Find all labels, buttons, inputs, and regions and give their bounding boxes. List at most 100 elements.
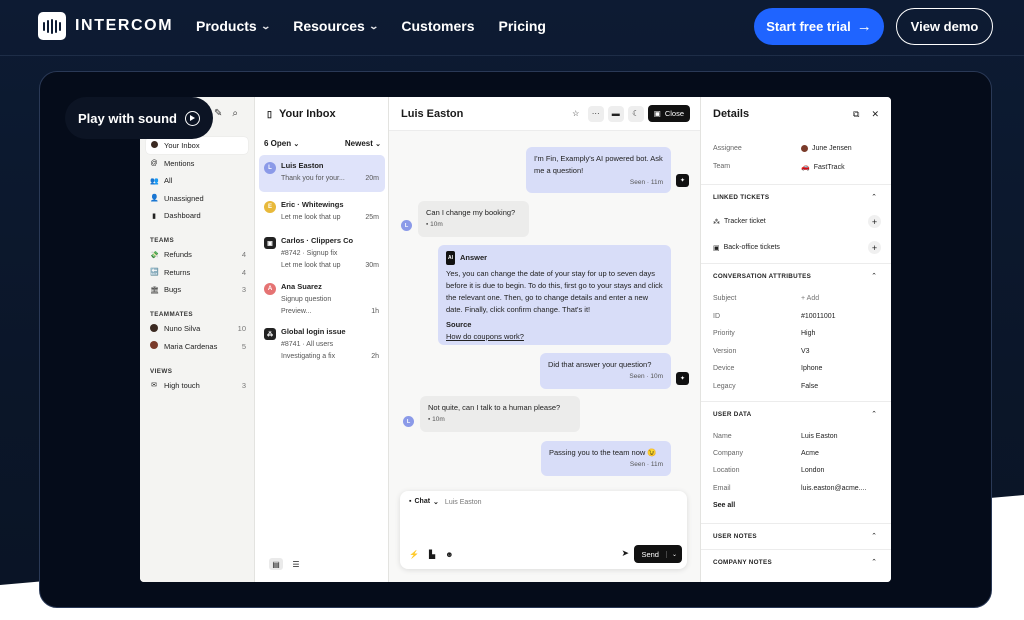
chevron-down-icon: ⌄ (433, 499, 439, 506)
teammates-heading: TEAMMATES (150, 311, 194, 318)
close-icon[interactable]: ✕ (871, 109, 879, 120)
sidebar-item-unassigned[interactable]: 👤 Unassigned (146, 190, 248, 207)
panel-toggle-icon[interactable]: ▯ (267, 109, 272, 120)
sidebar-item-refunds[interactable]: 💸 Refunds 4 (146, 246, 248, 263)
sidebar-item-returns[interactable]: 🔙 Returns 4 (146, 264, 248, 281)
ticket-icon: ⁂ (264, 328, 276, 340)
chevron-down-icon: ⌄ (368, 20, 379, 31)
user-data-row[interactable]: Email luis.easton@acme.... (713, 485, 881, 492)
list-view-icon[interactable]: ☰ (289, 558, 303, 570)
close-conversation-button[interactable]: ▣ Close (647, 105, 690, 122)
chevron-up-icon[interactable]: ⌃ (871, 532, 877, 540)
conversation-list: ▯ Your Inbox 6 Open ⌄ Newest ⌄ L Luis Ea… (255, 97, 389, 582)
car-icon: 🚗 (801, 164, 810, 171)
user-data-row[interactable]: Location London (713, 467, 881, 474)
money-icon: 💸 (150, 251, 159, 259)
attribute-row[interactable]: Device Iphone (713, 365, 881, 372)
team-row[interactable]: Team 🚗 FastTrack (713, 163, 881, 171)
sidebar-item-bugs[interactable]: 🏛 Bugs 3 (146, 281, 248, 298)
sidebar-item-all[interactable]: 👥 All (146, 172, 248, 189)
chevron-down-icon: ⌄ (293, 141, 300, 148)
add-icon[interactable]: + (868, 215, 881, 228)
send-arrow-icon[interactable]: ➤ (621, 548, 629, 559)
tracker-ticket-row[interactable]: ⁂ Tracker ticket + (713, 215, 881, 228)
send-button[interactable]: Send ⌄ (634, 545, 682, 563)
play-icon (184, 110, 200, 126)
bot-message: Did that answer your question? Seen · 10… (540, 353, 671, 389)
brand-logo[interactable]: INTERCOM (38, 12, 173, 40)
conversation-item[interactable]: ⁂ Global login issue #8741 · All users I… (259, 321, 385, 369)
search-icon[interactable]: ⌕ (232, 108, 238, 119)
user-data-row[interactable]: Name Luis Easton (713, 433, 881, 440)
more-icon[interactable]: ··· (587, 105, 604, 122)
chevron-up-icon[interactable]: ⌃ (871, 410, 877, 418)
attribute-row[interactable]: Legacy False (713, 383, 881, 390)
bot-message: I'm Fin, Examply's AI powered bot. Ask m… (526, 147, 671, 193)
nav-resources[interactable]: Resources ⌄ (293, 18, 379, 34)
snooze-icon[interactable]: ☾ (627, 105, 644, 122)
external-link-icon[interactable]: ⧉ (853, 109, 859, 120)
attribute-row[interactable]: Version V3 (713, 348, 881, 355)
user-data-row[interactable]: Company Acme (713, 450, 881, 457)
ticket-icon: ▣ (264, 237, 276, 249)
bot-icon: ✦ (676, 174, 689, 187)
article-icon[interactable]: ▙ (429, 550, 435, 559)
emoji-icon[interactable]: ☻ (445, 550, 453, 559)
chat-icon: ▪ (409, 498, 412, 505)
conversation-item[interactable]: ▣ Carlos · Clippers Co #8742 · Signup fi… (259, 230, 385, 278)
attribute-row[interactable]: Priority High (713, 330, 881, 337)
details-title: Details (713, 108, 750, 120)
sidebar-item-maria-cardenas[interactable]: Maria Cardenas 5 (146, 338, 248, 355)
card-view-icon[interactable]: ▤ (269, 558, 283, 570)
ticket-icon[interactable]: ▬ (607, 105, 624, 122)
start-free-trial-button[interactable]: Start free trial → (754, 8, 884, 45)
chat-mode-dropdown[interactable]: ▪ Chat ⌄ (409, 498, 439, 506)
open-filter[interactable]: 6 Open ⌄ (264, 139, 299, 148)
user-message: Can I change my booking? ▪ 10m (418, 201, 529, 237)
star-icon[interactable]: ☆ (568, 106, 584, 122)
people-icon: 👥 (150, 177, 159, 185)
nav-products[interactable]: Products ⌄ (196, 18, 271, 34)
attribute-row[interactable]: ID #10011001 (713, 313, 881, 320)
conversation-item[interactable]: E Eric · Whitewings Let me look that up … (259, 194, 385, 231)
view-demo-button[interactable]: View demo (896, 8, 993, 45)
user-notes-section[interactable]: USER NOTES ⌃ (701, 523, 891, 549)
source-link[interactable]: How do coupons work? (446, 331, 663, 343)
chart-icon: ▮ (152, 212, 156, 220)
inbox-app: ✎ ⌕ Your Inbox @ Mentions 👥 All 👤 Unassi… (140, 97, 891, 582)
conversation-item[interactable]: L Luis Easton Thank you for your... 20m (259, 155, 385, 192)
nav-pricing[interactable]: Pricing (499, 18, 546, 34)
sidebar-item-high-touch[interactable]: ✉ High touch 3 (146, 377, 248, 394)
chat-title: Luis Easton (401, 108, 464, 120)
see-all-link[interactable]: See all (713, 502, 881, 509)
user-data-section: USER DATA ⌃ Name Luis Easton Company Acme … (701, 401, 891, 521)
brand-name: INTERCOM (75, 17, 174, 34)
sidebar-item-dashboard[interactable]: ▮ Dashboard (146, 207, 248, 224)
backoffice-ticket-row[interactable]: ▣ Back-office tickets + (713, 241, 881, 254)
sidebar-item-mentions[interactable]: @ Mentions (146, 155, 248, 172)
nav-customers[interactable]: Customers (401, 18, 474, 34)
chevron-down-icon: ⌄ (260, 20, 271, 31)
avatar: L (264, 162, 276, 174)
sidebar-item-your-inbox[interactable]: Your Inbox (146, 137, 248, 154)
message-composer[interactable]: ▪ Chat ⌄ Luis Easton ⚡ ▙ ☻ ➤ Send ⌄ (400, 491, 687, 569)
add-icon[interactable]: + (868, 241, 881, 254)
chat-bubble-icon: ▪ (428, 416, 431, 423)
chevron-down-icon: ⌄ (375, 141, 381, 148)
sort-filter[interactable]: Newest ⌄ (345, 139, 381, 148)
company-notes-section[interactable]: COMPANY NOTES ⌃ (701, 549, 891, 582)
chevron-down-icon: ⌄ (665, 550, 682, 558)
conversation-item[interactable]: A Ana Suarez Signup question Preview... … (259, 276, 385, 324)
chevron-up-icon[interactable]: ⌃ (871, 272, 877, 280)
attribute-row[interactable]: Subject + Add (713, 295, 881, 302)
chevron-up-icon[interactable]: ⌃ (871, 558, 877, 566)
sidebar-item-nuno-silva[interactable]: Nuno Silva 10 (146, 320, 248, 337)
compose-icon[interactable]: ✎ (214, 108, 222, 119)
bot-answer-message: AI Answer Yes, you can change the date of… (438, 245, 671, 345)
assignee-row[interactable]: Assignee June Jensen (713, 145, 881, 152)
return-icon: 🔙 (150, 269, 159, 276)
chevron-up-icon[interactable]: ⌃ (871, 193, 877, 201)
inbox-title: Your Inbox (278, 108, 336, 120)
play-with-sound-button[interactable]: Play with sound (65, 97, 213, 139)
lightning-icon[interactable]: ⚡ (409, 550, 419, 559)
